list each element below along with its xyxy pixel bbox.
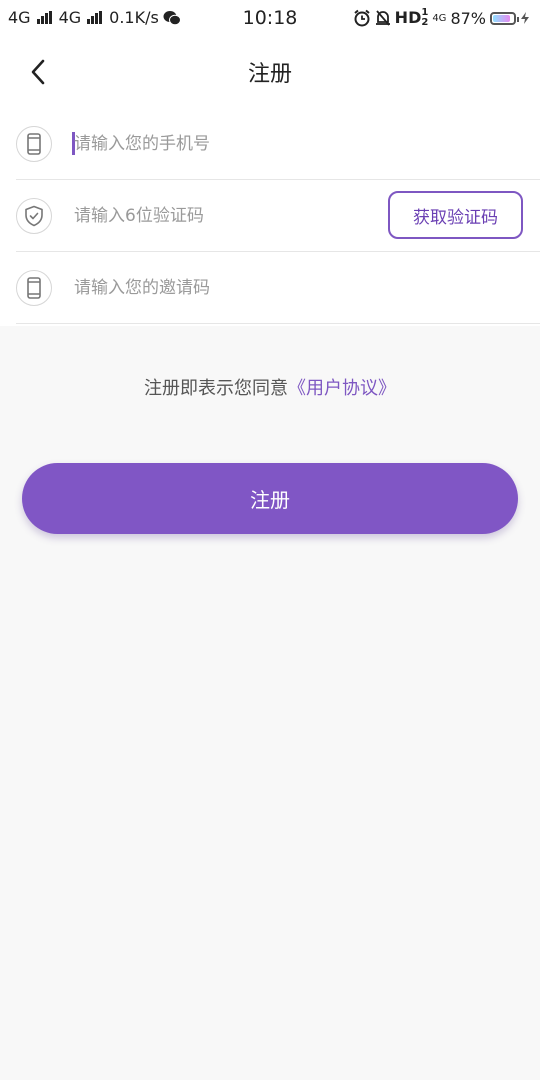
code-input[interactable] (74, 200, 374, 232)
battery-icon (490, 11, 519, 25)
phone-icon (16, 126, 52, 162)
page-title: 注册 (247, 62, 292, 87)
charging-icon (521, 12, 529, 24)
back-button[interactable] (18, 52, 58, 92)
battery-percent: 87% (450, 8, 486, 28)
phone-row (0, 108, 540, 180)
invite-input[interactable] (74, 272, 374, 304)
status-right: HD 1 2 4G 87% (353, 8, 530, 28)
agreement-prefix: 注册即表示您同意 (144, 378, 288, 399)
register-form: 获取验证码 (0, 108, 540, 326)
mute-bell-icon (375, 10, 390, 26)
register-button[interactable]: 注册 (22, 463, 518, 534)
get-code-button[interactable]: 获取验证码 (388, 191, 523, 239)
agreement-text: 注册即表示您同意《用户协议》 (0, 374, 540, 400)
alarm-icon (354, 9, 370, 27)
code-row: 获取验证码 (0, 180, 540, 252)
phone-input[interactable] (74, 128, 374, 160)
divider (16, 323, 540, 324)
invite-row (0, 252, 540, 324)
battery-fill (493, 14, 510, 22)
hd-sub: 2 (421, 17, 429, 28)
network-small: 4G (432, 12, 447, 24)
hd-label: HD (394, 8, 422, 27)
hd-indicator: HD 1 2 (395, 8, 429, 28)
phone-icon (16, 270, 52, 306)
shield-check-icon (16, 198, 52, 234)
chevron-left-icon (31, 59, 45, 85)
app-bar: 注册 (0, 36, 540, 108)
status-bar: 4G 4G 0.1K/s 10:18 HD 1 2 4G 87% (0, 0, 540, 36)
user-agreement-link[interactable]: 《用户协议》 (288, 378, 396, 399)
